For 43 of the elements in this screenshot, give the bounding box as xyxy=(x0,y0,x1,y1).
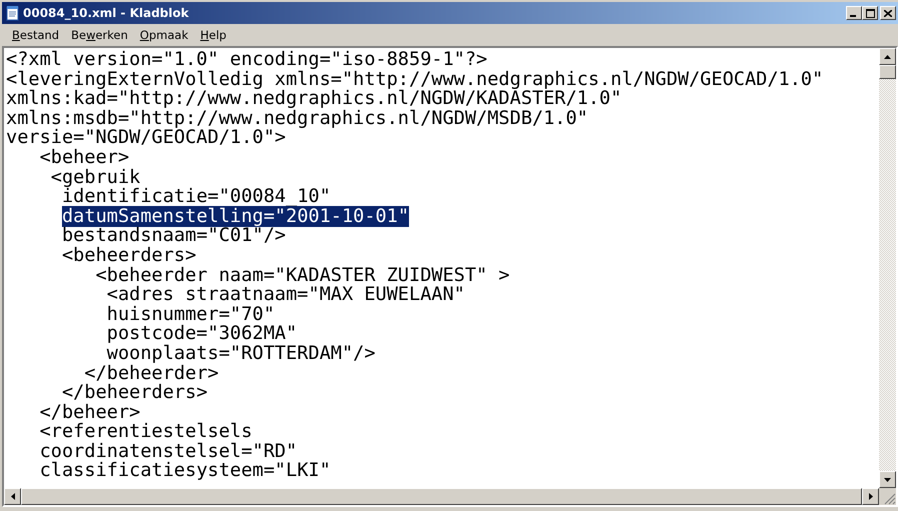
menu-item[interactable]: Bewerken xyxy=(65,28,134,42)
down-arrow-icon xyxy=(884,478,891,482)
menu-item[interactable]: Bestand xyxy=(6,28,66,42)
code-line: </beheer> xyxy=(40,402,140,423)
scroll-thumb[interactable] xyxy=(879,65,896,79)
scroll-up-button[interactable] xyxy=(879,48,896,65)
notepad-icon xyxy=(5,5,21,21)
maximize-button[interactable] xyxy=(862,6,878,20)
code-line: <referentiestelsels xyxy=(40,421,252,442)
right-arrow-icon xyxy=(868,493,872,500)
scroll-left-button[interactable] xyxy=(4,488,21,505)
text-area[interactable] xyxy=(4,48,879,488)
code-line: bestandsnaam="C01"/> xyxy=(62,225,286,246)
code-line: <adres straatnaam="MAX EUWELAAN" xyxy=(106,284,465,306)
code-line: </beheerders> xyxy=(62,382,208,404)
code-line: versie="NGDW/GEOCAD/1.0"> xyxy=(6,127,286,148)
code-line: xmlns:msdb="http://www.nedgraphics.nl/NGDW/MSDB/1.0" xyxy=(6,108,588,129)
code-line: xmlns:kad="http://www.nedgraphics.nl/NGDW/KADASTER/1.0" xyxy=(6,88,622,110)
code-line: <beheerders> xyxy=(62,244,196,266)
code-line: <leveringExternVolledig xmlns="http://www.nedgraphics.nl/NGDW/GEOCAD/1.0" xyxy=(6,68,824,90)
code-line: postcode="3062MA" xyxy=(106,323,298,344)
code-line: <beheerder naam="KADASTER ZUIDWEST" > xyxy=(96,264,510,286)
code-line: coordinatenstelsel="RD" xyxy=(40,440,298,462)
code-line: <beheer> xyxy=(40,146,130,168)
scroll-right-button[interactable] xyxy=(862,488,879,505)
window-title: 00084_10.xml - Kladblok xyxy=(23,6,190,20)
code-line: <?xml version="1.0" encoding="iso-8859-1"?> xyxy=(6,49,488,70)
close-icon xyxy=(884,10,892,16)
left-arrow-icon xyxy=(10,493,14,500)
menu-item[interactable]: Help xyxy=(194,28,232,42)
code-line: <gebruik xyxy=(50,166,140,188)
code-line: huisnummer="70" xyxy=(106,304,275,325)
vertical-scrollbar[interactable] xyxy=(879,48,896,488)
code-line: identificatie="00084_10" xyxy=(62,186,331,208)
close-button[interactable] xyxy=(880,6,896,20)
scroll-down-button[interactable] xyxy=(879,471,896,488)
up-arrow-icon xyxy=(884,54,891,58)
code-line: woonplaats="ROTTERDAM"/> xyxy=(106,342,376,364)
code-line: classificatiesysteem="LKI" xyxy=(40,460,331,482)
maximize-icon xyxy=(866,8,874,18)
code-line: </beheerder> xyxy=(84,362,219,384)
menu-item[interactable]: Opmaak xyxy=(134,28,194,42)
minimize-button[interactable] xyxy=(846,6,862,20)
